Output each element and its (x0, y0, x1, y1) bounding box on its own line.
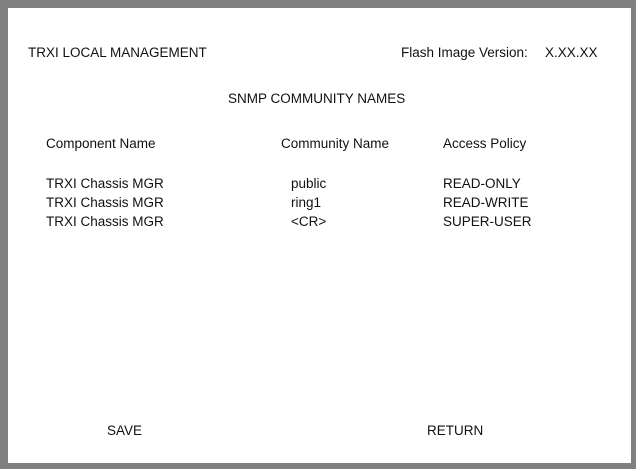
save-command[interactable]: SAVE (107, 423, 142, 439)
row-1-community-name-field[interactable]: public (291, 176, 326, 192)
column-header-access-policy: Access Policy (443, 136, 527, 151)
screen-title: SNMP COMMUNITY NAMES (228, 91, 406, 106)
row-1-access-policy: READ-ONLY (443, 176, 521, 191)
row-3-community-name-field[interactable]: <CR> (291, 214, 326, 230)
app-title: TRXI LOCAL MANAGEMENT (28, 45, 207, 60)
row-3-access-policy: SUPER-USER (443, 214, 532, 229)
row-1-component-name: TRXI Chassis MGR (46, 176, 164, 191)
row-3-component-name: TRXI Chassis MGR (46, 214, 164, 229)
row-2-component-name: TRXI Chassis MGR (46, 195, 164, 210)
row-2-access-policy: READ-WRITE (443, 195, 529, 210)
terminal-screen-frame (0, 0, 636, 469)
flash-version-value: X.XX.XX (545, 45, 598, 60)
column-header-community-name: Community Name (281, 136, 390, 151)
column-header-component-name: Component Name (46, 136, 156, 151)
row-2-community-name-field[interactable]: ring1 (291, 195, 321, 211)
return-command[interactable]: RETURN (427, 423, 483, 439)
flash-version-label: Flash Image Version: (401, 45, 528, 60)
